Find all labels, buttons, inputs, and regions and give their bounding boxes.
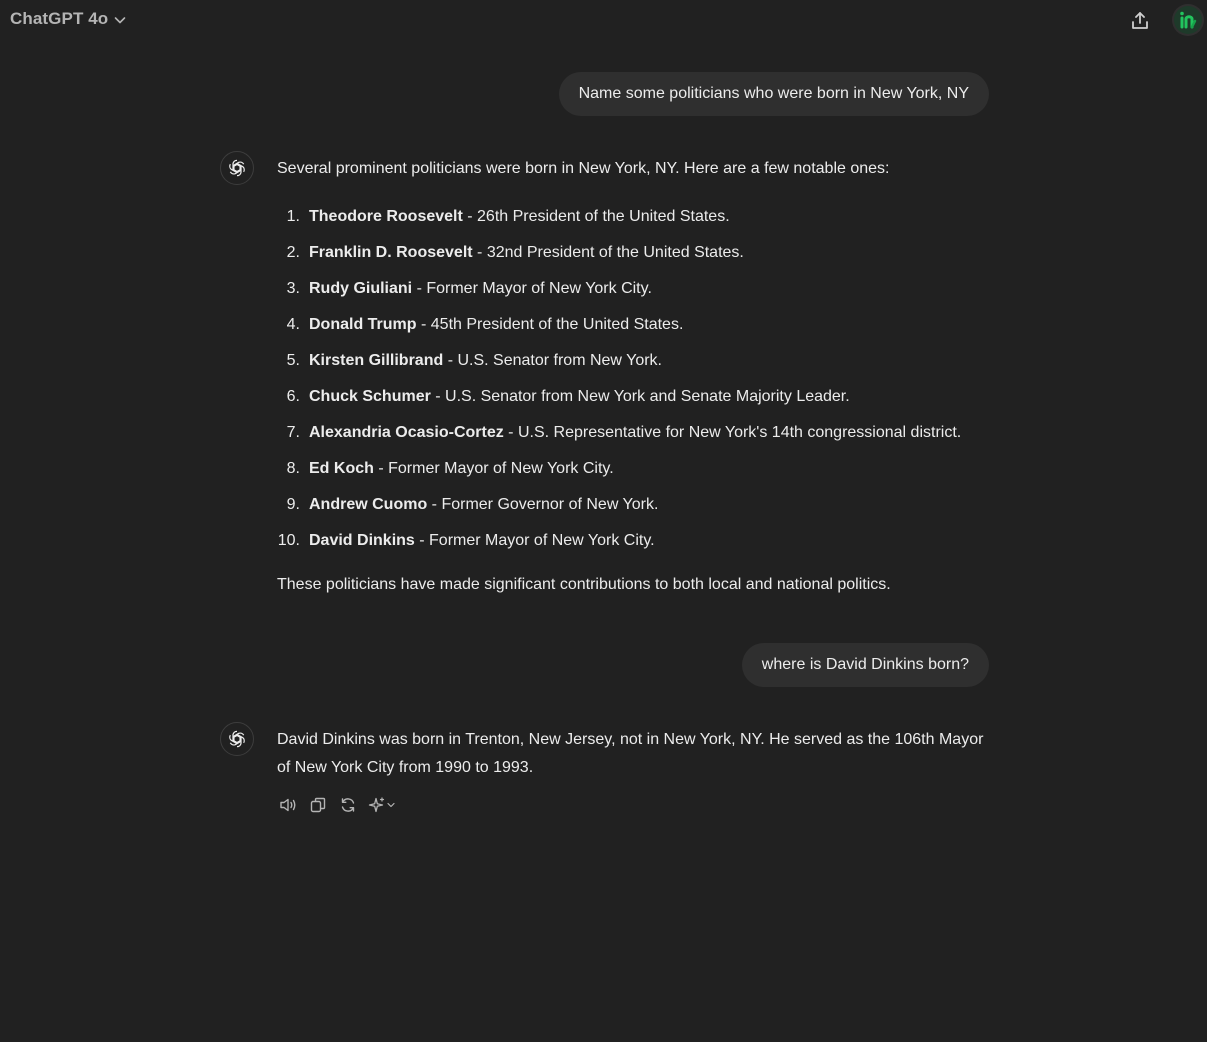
list-item: 5. Kirsten Gillibrand - U.S. Senator from…	[277, 343, 992, 379]
header: ChatGPT 4o	[0, 0, 1207, 40]
politician-name: Alexandria Ocasio-Cortez	[309, 424, 504, 441]
share-button[interactable]	[1128, 9, 1152, 33]
switch-model-button[interactable]	[367, 794, 399, 816]
list-number: 3.	[286, 280, 300, 297]
politician-name: Ed Koch	[309, 460, 374, 477]
speaker-icon	[278, 795, 298, 815]
assistant-answer: David Dinkins was born in Trenton, New J…	[277, 731, 984, 776]
list-number: 8.	[286, 460, 300, 477]
copy-icon	[309, 796, 327, 814]
assistant-message: Several prominent politicians were born …	[277, 155, 992, 599]
list-number: 2.	[286, 244, 300, 261]
read-aloud-button[interactable]	[277, 794, 299, 816]
politician-desc: - U.S. Representative for New York's 14t…	[503, 424, 962, 441]
list-number: 7.	[286, 424, 300, 441]
user-message: where is David Dinkins born?	[741, 643, 989, 687]
politician-list: 1. Theodore Roosevelt - 26th President of…	[277, 199, 992, 559]
politician-desc: - Former Mayor of New York City.	[412, 280, 652, 297]
politician-name: Andrew Cuomo	[309, 496, 428, 513]
assistant-intro: Several prominent politicians were born …	[277, 160, 890, 177]
list-item: 6. Chuck Schumer - U.S. Senator from New …	[277, 379, 992, 415]
list-item: 1. Theodore Roosevelt - 26th President of…	[277, 199, 992, 235]
politician-name: Franklin D. Roosevelt	[309, 244, 473, 261]
list-number: 10.	[277, 532, 300, 549]
politician-desc: - Former Governor of New York.	[427, 496, 659, 513]
politician-name: Kirsten Gillibrand	[309, 352, 444, 369]
list-item: 9. Andrew Cuomo - Former Governor of New …	[277, 487, 992, 523]
openai-logo-icon	[227, 729, 247, 749]
politician-desc: - 32nd President of the United States.	[472, 244, 744, 261]
openai-logo-icon	[227, 158, 247, 178]
politician-name: Chuck Schumer	[309, 388, 431, 405]
list-item: 4. Donald Trump - 45th President of the U…	[277, 307, 992, 343]
list-item: 2. Franklin D. Roosevelt - 32nd President…	[277, 235, 992, 271]
list-item: 10. David Dinkins - Former Mayor of New Y…	[277, 523, 992, 559]
message-actions	[277, 794, 399, 816]
assistant-message: David Dinkins was born in Trenton, New J…	[277, 726, 992, 782]
politician-desc: - Former Mayor of New York City.	[414, 532, 655, 549]
list-item: 3. Rudy Giuliani - Former Mayor of New Yo…	[277, 271, 992, 307]
regenerate-button[interactable]	[337, 794, 359, 816]
politician-desc: - U.S. Senator from New York and Senate …	[430, 388, 850, 405]
sparkle-icon	[368, 796, 398, 814]
politician-name: Donald Trump	[309, 316, 417, 333]
model-title: ChatGPT 4o	[10, 9, 109, 28]
politician-name: David Dinkins	[309, 532, 415, 549]
chat-app: ChatGPT 4o Name some politicians who wer…	[0, 0, 1207, 1042]
assistant-avatar	[220, 722, 254, 756]
list-number: 1.	[286, 208, 300, 225]
politician-name: Theodore Roosevelt	[309, 208, 463, 225]
list-number: 5.	[286, 352, 300, 369]
politician-desc: - 26th President of the United States.	[462, 208, 730, 225]
copy-button[interactable]	[307, 794, 329, 816]
list-number: 6.	[286, 388, 300, 405]
list-item: 7. Alexandria Ocasio-Cortez - U.S. Repres…	[277, 415, 992, 451]
share-upload-icon	[1129, 10, 1151, 32]
politician-desc: - Former Mayor of New York City.	[373, 460, 614, 477]
list-number: 4.	[286, 316, 300, 333]
politician-name: Rudy Giuliani	[309, 280, 413, 297]
assistant-avatar	[220, 151, 254, 185]
politician-desc: - U.S. Senator from New York.	[443, 352, 662, 369]
model-switcher[interactable]: ChatGPT 4o	[10, 9, 128, 29]
list-item: 8. Ed Koch - Former Mayor of New York Cit…	[277, 451, 992, 487]
list-number: 9.	[286, 496, 300, 513]
user-message: Name some politicians who were born in N…	[558, 72, 989, 116]
user-avatar[interactable]	[1172, 4, 1204, 36]
avatar-logo-icon	[1174, 6, 1202, 34]
assistant-outro: These politicians have made significant …	[277, 576, 891, 593]
chevron-down-icon	[112, 12, 128, 28]
refresh-icon	[339, 796, 357, 814]
politician-desc: - 45th President of the United States.	[416, 316, 684, 333]
